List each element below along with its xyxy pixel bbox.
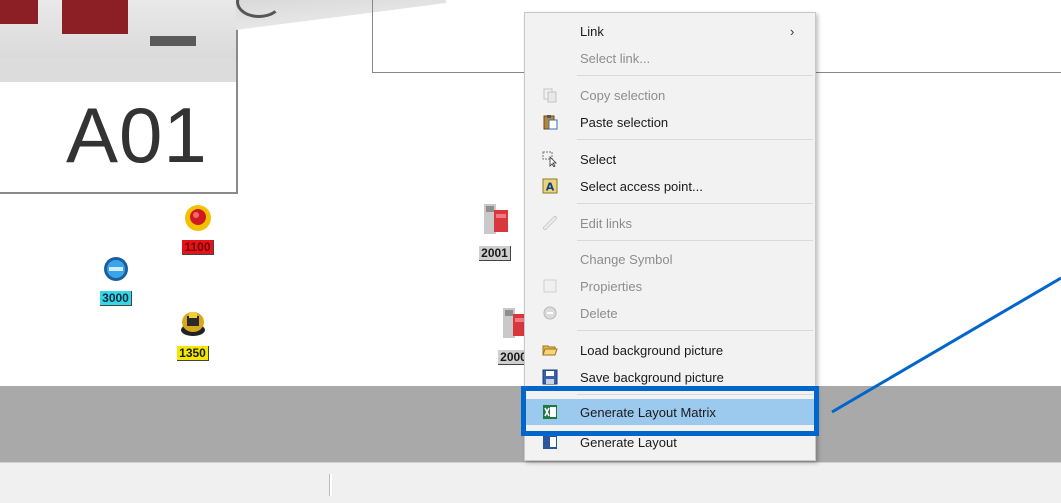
select-cursor-icon <box>542 151 557 167</box>
menu-item-label: Select access point... <box>580 178 703 194</box>
save-disk-icon <box>542 369 558 385</box>
callout-arrow-line <box>831 276 1061 414</box>
status-divider <box>329 474 332 496</box>
menu-item-label: Propierties <box>580 278 643 294</box>
menu-item-change-symbol[interactable]: Change Symbol <box>525 246 815 272</box>
menu-item-label: Generate Layout <box>580 434 677 450</box>
status-bar <box>0 462 1061 503</box>
contactor-icon <box>484 204 508 234</box>
device-label: 3000 <box>100 291 132 306</box>
menu-item-label: Load background picture <box>580 342 724 358</box>
menu-item-delete[interactable]: Delete <box>525 300 815 326</box>
device-label: 1100 <box>182 240 214 255</box>
device-label: 2001 <box>479 246 511 261</box>
menu-item-label: Link <box>580 23 604 39</box>
menu-item-copy-selection[interactable]: Copy selection <box>525 82 815 108</box>
machine-base <box>0 58 236 82</box>
machine-slot <box>150 36 196 46</box>
panel-label: A01 <box>66 91 208 179</box>
folder-open-icon <box>542 345 558 356</box>
device-label: 1350 <box>177 346 209 361</box>
menu-separator <box>577 75 813 76</box>
menu-item-label: Paste selection <box>580 114 669 130</box>
menu-item-label: Select <box>580 151 617 167</box>
menu-separator <box>577 203 813 204</box>
callout-highlight-box <box>521 386 819 436</box>
paste-icon <box>543 115 558 130</box>
machine-red-part <box>0 0 38 24</box>
access-point-icon: A <box>542 178 558 194</box>
reset-button-icon <box>104 257 128 281</box>
menu-item-edit-links[interactable]: Edit links <box>525 210 815 236</box>
selector-switch-icon <box>181 312 205 336</box>
word-icon <box>543 435 557 449</box>
menu-separator <box>577 240 813 241</box>
device-contactor-2001[interactable]: 2001 <box>472 200 518 261</box>
menu-item-label: Select link... <box>580 50 651 66</box>
menu-item-label: Save background picture <box>580 369 724 385</box>
menu-separator <box>577 330 813 331</box>
menu-separator <box>577 139 813 140</box>
submenu-arrow-icon: › <box>790 23 795 39</box>
device-reset-button[interactable]: 3000 <box>93 255 139 306</box>
menu-item-select[interactable]: Select <box>525 146 815 172</box>
menu-item-select-access-point[interactable]: A Select access point... <box>525 173 815 199</box>
menu-item-label: Copy selection <box>580 87 666 103</box>
link-edit-icon <box>543 216 557 230</box>
device-emergency-stop[interactable]: 1100 <box>175 200 221 255</box>
device-selector-switch[interactable]: 1350 <box>170 306 216 361</box>
emergency-stop-icon <box>185 205 211 231</box>
properties-icon <box>543 279 557 293</box>
delete-icon <box>543 306 557 320</box>
menu-item-label: Edit links <box>580 215 633 231</box>
svg-text:A: A <box>546 181 555 194</box>
menu-item-load-background[interactable]: Load background picture <box>525 337 815 363</box>
menu-item-label: Delete <box>580 305 618 321</box>
copy-icon <box>543 88 557 103</box>
menu-item-link[interactable]: Link › <box>525 18 815 44</box>
menu-item-properties[interactable]: Propierties <box>525 273 815 299</box>
menu-item-paste-selection[interactable]: Paste selection <box>525 109 815 135</box>
machine-red-part <box>62 0 128 34</box>
menu-item-select-link[interactable]: Select link... <box>525 45 815 71</box>
menu-item-label: Change Symbol <box>580 251 673 267</box>
